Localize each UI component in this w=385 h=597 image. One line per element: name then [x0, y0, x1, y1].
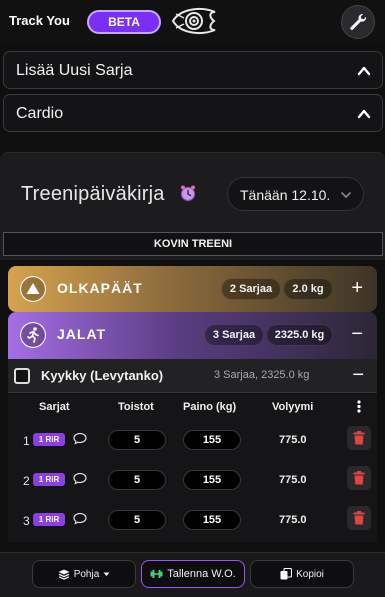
template-label: Pohja	[73, 568, 100, 580]
wrench-icon	[350, 13, 367, 30]
trash-icon	[353, 511, 365, 525]
expand-toggle[interactable]: +	[351, 278, 363, 298]
settings-button[interactable]	[341, 5, 375, 39]
delete-set-button[interactable]	[347, 506, 371, 530]
save-workout-button[interactable]: Tallenna W.O.	[141, 560, 245, 588]
volume-value: 775.0	[279, 474, 307, 486]
collapse-toggle[interactable]: −	[351, 324, 363, 344]
weight-badge: 2.0 kg	[283, 278, 333, 300]
best-workout-button[interactable]: KOVIN TREENI	[3, 232, 383, 256]
table-row: 1 1 RiR 5 155 775.0	[8, 422, 377, 462]
top-bar: Track You BETA	[0, 0, 385, 44]
set-number: 1	[23, 434, 30, 448]
caret-down-icon	[103, 572, 110, 576]
cardio-accordion[interactable]: Cardio	[3, 94, 383, 132]
trash-icon	[353, 431, 365, 445]
set-number: 2	[23, 474, 30, 488]
chevron-down-icon	[341, 192, 351, 199]
reps-input[interactable]: 5	[108, 470, 166, 490]
table-row: 2 1 RiR 5 155 775.0	[8, 462, 377, 502]
sets-table: Sarjat Toistot Paino (kg) Volyymi 1 1 Ri…	[8, 394, 377, 542]
col-header-volume: Volyymi	[272, 401, 314, 413]
group-name: JALAT	[57, 326, 107, 342]
date-select-value: Tänään 12.10.	[240, 187, 331, 203]
comment-icon[interactable]	[73, 432, 87, 445]
set-number: 3	[23, 514, 30, 528]
bottom-toolbar: Pohja Tallenna W.O. Kopioi	[0, 552, 385, 597]
group-olkapaat[interactable]: OLKAPÄÄT 2 Sarjaa 2.0 kg +	[8, 266, 377, 312]
comment-icon[interactable]	[73, 512, 87, 525]
dumbbell-icon	[150, 570, 163, 578]
add-series-accordion[interactable]: Lisää Uusi Sarja	[3, 51, 383, 89]
rir-badge[interactable]: 1 RiR	[33, 513, 65, 526]
warning-triangle-icon	[20, 276, 46, 302]
trash-icon	[353, 471, 365, 485]
date-select[interactable]: Tänään 12.10.	[227, 177, 364, 211]
exercise-checkbox[interactable]	[14, 368, 30, 384]
sets-badge: 3 Sarjaa	[204, 324, 264, 346]
volume-value: 775.0	[279, 434, 307, 446]
copy-button[interactable]: Kopioi	[250, 560, 354, 588]
alarm-clock-icon	[180, 185, 196, 202]
exercise-summary: 3 Sarjaa, 2325.0 kg	[214, 369, 310, 381]
col-header-weight: Paino (kg)	[183, 401, 237, 413]
cardio-label: Cardio	[16, 105, 64, 122]
group-jalat[interactable]: JALAT 3 Sarjaa 2325.0 kg −	[8, 312, 377, 359]
exercise-name: Kyykky (Levytanko)	[41, 368, 164, 383]
beta-badge[interactable]: BETA	[87, 10, 161, 34]
delete-set-button[interactable]	[347, 426, 371, 450]
diary-title: Treenipäiväkirja	[21, 183, 165, 205]
rir-badge[interactable]: 1 RiR	[33, 473, 65, 486]
delete-set-button[interactable]	[347, 466, 371, 490]
table-row: 3 1 RiR 5 155 775.0	[8, 502, 377, 542]
weight-badge: 2325.0 kg	[266, 324, 333, 346]
copy-icon	[280, 568, 293, 580]
eye-logo-icon	[171, 8, 216, 34]
weight-input[interactable]: 155	[183, 470, 241, 490]
col-header-sets: Sarjat	[39, 401, 70, 413]
template-dropdown-button[interactable]: Pohja	[32, 560, 136, 588]
add-series-label: Lisää Uusi Sarja	[16, 62, 133, 79]
copy-label: Kopioi	[296, 568, 324, 580]
chevron-up-icon	[357, 66, 371, 76]
rir-badge[interactable]: 1 RiR	[33, 433, 65, 446]
col-header-reps: Toistot	[118, 401, 154, 413]
weight-input[interactable]: 155	[183, 430, 241, 450]
app-title: Track You	[9, 13, 70, 28]
reps-input[interactable]: 5	[108, 510, 166, 530]
exercise-row[interactable]: Kyykky (Levytanko) 3 Sarjaa, 2325.0 kg −	[8, 359, 377, 393]
sets-badge: 2 Sarjaa	[221, 278, 281, 300]
more-vertical-icon[interactable]	[357, 400, 361, 413]
running-person-icon	[20, 322, 46, 348]
volume-value: 775.0	[279, 514, 307, 526]
save-label: Tallenna W.O.	[167, 568, 236, 580]
layers-icon	[58, 569, 70, 580]
chevron-up-icon	[357, 109, 371, 119]
reps-input[interactable]: 5	[108, 430, 166, 450]
group-name: OLKAPÄÄT	[57, 280, 143, 296]
weight-input[interactable]: 155	[183, 510, 241, 530]
comment-icon[interactable]	[73, 472, 87, 485]
collapse-toggle[interactable]: −	[352, 364, 364, 387]
